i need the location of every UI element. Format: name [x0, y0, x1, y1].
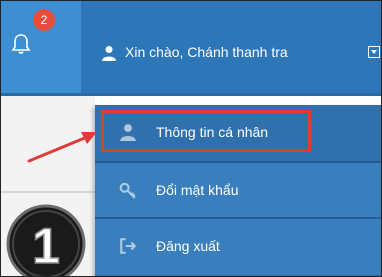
screenshot-frame: 2 Xin chào, Chánh thanh tra Thông tin cá… — [0, 0, 382, 277]
step-number-badge: 1 — [6, 204, 86, 276]
step-number: 1 — [32, 218, 60, 274]
